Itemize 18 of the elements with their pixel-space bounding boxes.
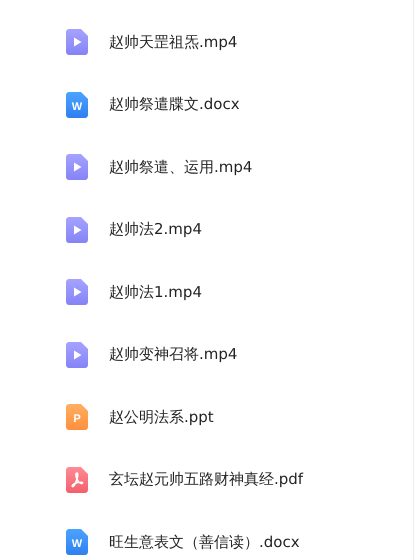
file-name[interactable]: 赵公明法系.ppt	[109, 408, 214, 427]
video-file-icon	[66, 279, 88, 306]
video-file-icon	[66, 29, 88, 56]
file-name[interactable]: 赵帅祭遣牒文.docx	[109, 95, 240, 114]
pdf-file-icon	[66, 466, 88, 493]
video-file-icon	[66, 216, 88, 243]
file-name[interactable]: 赵帅变神召将.mp4	[109, 345, 238, 364]
file-name[interactable]: 旺生意表文（善信读）.docx	[109, 532, 300, 552]
document-file-icon: W	[66, 529, 88, 556]
document-file-icon: W	[66, 92, 88, 118]
file-name[interactable]: 玄坛赵元帅五路财神真经.pdf	[109, 470, 304, 490]
video-file-icon	[66, 342, 88, 368]
file-name[interactable]: 赵帅天罡祖炁.mp4	[109, 32, 238, 52]
video-file-icon	[66, 154, 88, 180]
file-name[interactable]: 赵帅祭遣、运用.mp4	[109, 158, 252, 177]
slides-file-icon: P	[66, 404, 88, 430]
file-name[interactable]: 赵帅法2.mp4	[109, 220, 202, 240]
file-name[interactable]: 赵帅法1.mp4	[109, 282, 202, 302]
